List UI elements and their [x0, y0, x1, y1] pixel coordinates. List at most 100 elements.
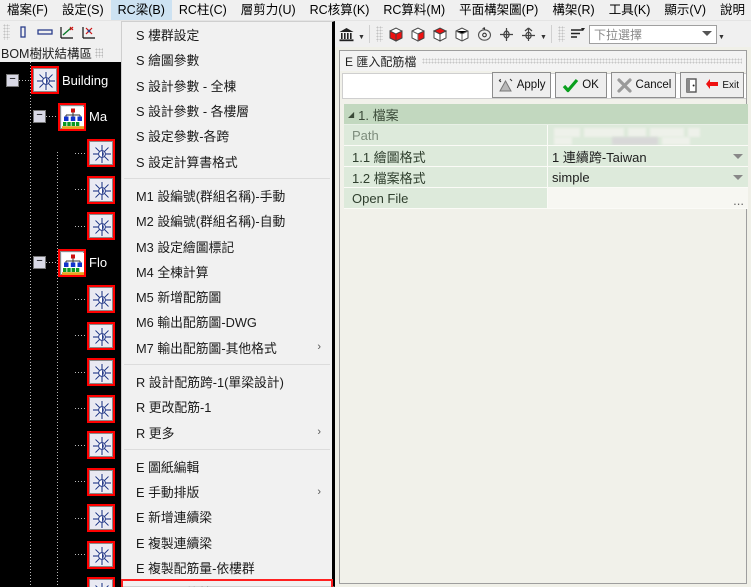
rc-beam-dropdown-menu[interactable]: S 樓群設定 S 繪圖參數 S 設計參數 - 全棟 S 設計參數 - 各樓層 S 設定參…: [121, 21, 335, 587]
tree-item[interactable]: − Flo: [0, 245, 135, 282]
menu-item[interactable]: E 複製連續梁: [122, 530, 332, 555]
property-value[interactable]: simple: [548, 167, 748, 188]
tree-item[interactable]: [0, 500, 135, 537]
panel-grip-dots[interactable]: [94, 47, 103, 58]
box-top-red-icon[interactable]: [429, 24, 451, 44]
tree-item[interactable]: [0, 537, 135, 574]
toolbar-grip[interactable]: [558, 26, 565, 42]
menu-item[interactable]: M7 輸出配筋圖-其他格式 ›: [122, 335, 332, 360]
menu-item[interactable]: R 更多 ›: [122, 419, 332, 444]
property-row[interactable]: 1.1 繪圖格式 1 連續跨-Taiwan: [344, 146, 748, 167]
menubar-item-1[interactable]: 設定(S): [55, 0, 111, 20]
tree-item[interactable]: [0, 281, 135, 318]
burst-icon[interactable]: [87, 467, 115, 496]
menubar-item-9[interactable]: 工具(K): [602, 0, 658, 20]
property-row[interactable]: Open File...: [344, 188, 748, 209]
menubar-item-8[interactable]: 構架(R): [545, 0, 601, 20]
burst-icon[interactable]: [87, 504, 115, 533]
property-grid-category-row[interactable]: ◢ 1. 檔案: [344, 104, 748, 125]
property-value[interactable]: 1 連續跨-Taiwan: [548, 146, 748, 167]
chevron-down-icon[interactable]: ▼: [357, 25, 366, 43]
burst-icon[interactable]: [87, 285, 115, 314]
collapse-triangle-icon[interactable]: ◢: [348, 110, 354, 119]
menu-item[interactable]: E 匯入配筋檔: [121, 579, 333, 587]
burst-icon[interactable]: [87, 431, 115, 460]
browse-ellipsis-button[interactable]: ...: [733, 193, 744, 208]
exit-button[interactable]: Exit: [680, 72, 744, 98]
menubar-item-5[interactable]: RC核算(K): [303, 0, 377, 20]
menu-item[interactable]: S 樓群設定: [122, 22, 332, 47]
chevron-down-icon[interactable]: [733, 154, 743, 159]
burst-icon[interactable]: [87, 321, 115, 350]
rotate-icon[interactable]: [473, 24, 495, 44]
tree-item[interactable]: [0, 391, 135, 428]
menu-item[interactable]: M6 輸出配筋圖-DWG: [122, 309, 332, 334]
column-section-icon[interactable]: [12, 22, 34, 42]
tree-item[interactable]: − Ma: [0, 99, 135, 136]
box-solid-red-icon[interactable]: [385, 24, 407, 44]
menubar-item-7[interactable]: 平面構架圖(P): [452, 0, 545, 20]
menu-item[interactable]: R 更改配筋-1: [122, 394, 332, 419]
menubar-item-2[interactable]: RC梁(B): [110, 0, 172, 20]
menu-item[interactable]: M5 新增配筋圖: [122, 284, 332, 309]
menubar-item-11[interactable]: 說明: [713, 0, 751, 20]
toolbar-grip[interactable]: [3, 24, 10, 40]
chevron-down-icon[interactable]: ▼: [717, 25, 726, 43]
menu-item[interactable]: E 手動排版 ›: [122, 479, 332, 504]
axis-origin-icon[interactable]: [78, 22, 100, 42]
property-row[interactable]: 1.2 檔案格式 simple: [344, 167, 748, 188]
tree-item[interactable]: − Building: [0, 62, 135, 99]
category-cell[interactable]: ◢ 1. 檔案: [344, 104, 748, 125]
burst-icon[interactable]: [87, 358, 115, 387]
move-plus-icon[interactable]: [495, 24, 517, 44]
axis-xy-icon[interactable]: [56, 22, 78, 42]
property-value[interactable]: [548, 125, 748, 146]
menu-item[interactable]: M4 全棟計算: [122, 259, 332, 284]
menu-item[interactable]: S 設定計算書格式: [122, 148, 332, 173]
tree-collapse-icon[interactable]: −: [6, 73, 19, 87]
hierarchy-icon[interactable]: [58, 102, 86, 131]
tree-item[interactable]: [0, 573, 135, 587]
burst-icon[interactable]: [87, 394, 115, 423]
menubar-item-4[interactable]: 層剪力(U): [234, 0, 303, 20]
menu-item[interactable]: M1 設編號(群組名稱)-手動: [122, 183, 332, 208]
menubar-item-3[interactable]: RC柱(C): [172, 0, 234, 20]
menu-item[interactable]: S 設計參數 - 各樓層: [122, 98, 332, 123]
tree-collapse-icon[interactable]: −: [33, 256, 46, 270]
menu-item[interactable]: S 設計參數 - 全棟: [122, 73, 332, 98]
menu-item[interactable]: E 新增連續梁: [122, 504, 332, 529]
box-half-red-icon[interactable]: [407, 24, 429, 44]
apply-button[interactable]: Apply: [491, 72, 551, 98]
tree-collapse-icon[interactable]: −: [33, 110, 46, 124]
burst-icon[interactable]: [87, 540, 115, 569]
menu-item[interactable]: S 設定參數-各跨: [122, 123, 332, 148]
bom-tree[interactable]: −Building−Ma−FloFraJoiFraSh+梁配+柱配−工作空間1: [0, 62, 135, 587]
chevron-down-icon[interactable]: ▼: [539, 25, 548, 43]
menu-item[interactable]: S 繪圖參數: [122, 47, 332, 72]
tree-item[interactable]: [0, 135, 135, 172]
menubar-item-0[interactable]: 檔案(F): [0, 0, 55, 20]
burst-icon[interactable]: [87, 175, 115, 204]
burst-icon[interactable]: [87, 212, 115, 241]
property-row[interactable]: Path: [344, 125, 748, 146]
menu-item[interactable]: M2 設編號(群組名稱)-自動: [122, 208, 332, 233]
chevron-down-icon[interactable]: [733, 175, 743, 180]
tree-item[interactable]: [0, 354, 135, 391]
ok-button[interactable]: OK: [554, 72, 607, 98]
menu-item[interactable]: E 複製配筋量-依樓群: [122, 555, 332, 580]
cancel-button[interactable]: Cancel: [610, 72, 677, 98]
burst-icon[interactable]: [31, 66, 59, 95]
dropdown-select[interactable]: 下拉選擇: [589, 24, 717, 44]
tree-item[interactable]: [0, 172, 135, 209]
menubar-item-6[interactable]: RC算料(M): [376, 0, 452, 20]
tree-item[interactable]: [0, 427, 135, 464]
menu-item[interactable]: M3 設定繪圖標記: [122, 233, 332, 258]
menu-item[interactable]: E 圖紙編輯: [122, 454, 332, 479]
toolbar-grip[interactable]: [376, 26, 383, 42]
move-axis-icon[interactable]: [517, 24, 539, 44]
property-value[interactable]: ...: [548, 188, 748, 209]
tree-item[interactable]: [0, 208, 135, 245]
tree-item[interactable]: [0, 318, 135, 355]
hierarchy-icon[interactable]: [58, 248, 86, 277]
building-icon[interactable]: [335, 24, 357, 44]
